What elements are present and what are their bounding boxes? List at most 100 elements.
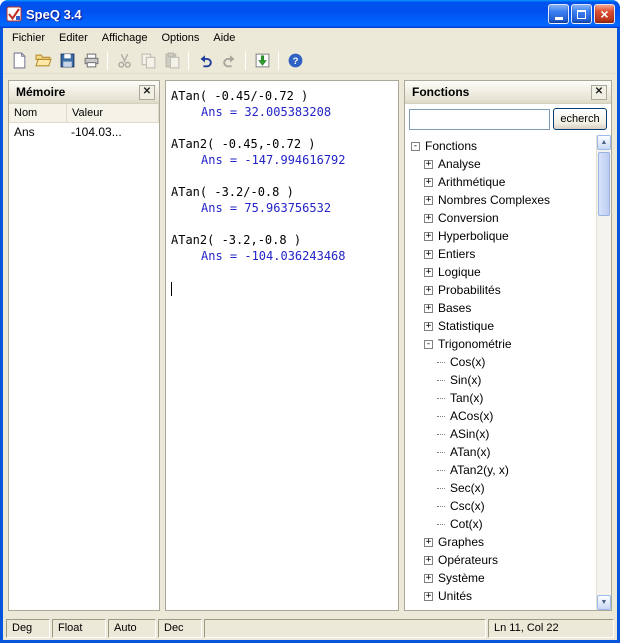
tree-item-hyperbolique[interactable]: + Hyperbolique <box>405 227 595 245</box>
text-caret <box>171 282 172 296</box>
collapse-icon[interactable]: - <box>424 339 433 349</box>
tree-item-label: Sin(x) <box>450 373 482 387</box>
tree-item-systeme[interactable]: + Système <box>405 569 595 587</box>
tree-item-label: Hyperbolique <box>438 229 509 243</box>
tree-item-label: Système <box>438 571 485 585</box>
functions-panel: Fonctions ✕ echerch - Fonctions + Analyse + A… <box>404 80 612 611</box>
undo-button[interactable] <box>193 49 217 72</box>
column-header-nom[interactable]: Nom <box>9 104 67 122</box>
expand-icon[interactable]: + <box>424 537 433 547</box>
menu-item-editer[interactable]: Editer <box>52 30 95 46</box>
functions-panel-close-button[interactable]: ✕ <box>591 84 607 100</box>
worksheet-expression: ATan( -3.2/-0.8 ) <box>171 185 294 199</box>
expand-icon[interactable]: + <box>424 321 433 331</box>
save-button[interactable] <box>55 49 79 72</box>
menu-item-options[interactable]: Options <box>154 30 206 46</box>
copy-button[interactable] <box>136 49 160 72</box>
cut-button[interactable] <box>112 49 136 72</box>
function-search-input[interactable] <box>409 108 550 130</box>
tree-item-unites[interactable]: + Unités <box>405 587 595 605</box>
tree-item-arithmetique[interactable]: + Arithmétique <box>405 173 595 191</box>
tree-item-cos-x[interactable]: Cos(x) <box>405 353 595 371</box>
tree-item-sec-x[interactable]: Sec(x) <box>405 479 595 497</box>
tree-connector <box>437 379 445 381</box>
tree-item-label: Sec(x) <box>450 481 485 495</box>
redo-button[interactable] <box>217 49 241 72</box>
minimize-button[interactable] <box>548 4 569 24</box>
expand-icon[interactable]: + <box>424 177 433 187</box>
expand-icon[interactable]: + <box>424 303 433 313</box>
tree-item-tan-x[interactable]: Tan(x) <box>405 389 595 407</box>
tree-item-conversion[interactable]: + Conversion <box>405 209 595 227</box>
toolbar-separator <box>188 51 189 70</box>
close-button[interactable]: × <box>594 4 615 24</box>
tree-item-entiers[interactable]: + Entiers <box>405 245 595 263</box>
print-icon <box>83 52 100 69</box>
help-button[interactable]: ? <box>283 49 307 72</box>
memory-panel: Mémoire ✕ Nom Valeur Ans -104.03... <box>8 80 160 611</box>
menu-item-fichier[interactable]: Fichier <box>5 30 52 46</box>
tree-item-csc-x[interactable]: Csc(x) <box>405 497 595 515</box>
tree-item-acos-x[interactable]: ACos(x) <box>405 407 595 425</box>
tree-item-statistique[interactable]: + Statistique <box>405 317 595 335</box>
content-area: Mémoire ✕ Nom Valeur Ans -104.03... ATan(… <box>3 74 617 617</box>
expand-icon[interactable]: + <box>424 249 433 259</box>
collapse-icon[interactable]: - <box>411 141 420 151</box>
tree-item-logique[interactable]: + Logique <box>405 263 595 281</box>
open-button[interactable] <box>31 49 55 72</box>
tree-item-probabilites[interactable]: + Probabilités <box>405 281 595 299</box>
tree-item-bases[interactable]: + Bases <box>405 299 595 317</box>
scroll-down-button[interactable]: ▼ <box>597 595 611 610</box>
tree-item-cot-x[interactable]: Cot(x) <box>405 515 595 533</box>
column-header-valeur[interactable]: Valeur <box>67 104 159 122</box>
tree-item-analyse[interactable]: + Analyse <box>405 155 595 173</box>
tree-item-trigonometrie[interactable]: - Trigonométrie <box>405 335 595 353</box>
search-button[interactable]: echerch <box>553 108 607 130</box>
tree-scrollbar[interactable]: ▲ ▼ <box>596 135 611 610</box>
worksheet-answer: Ans = -147.994616792 <box>201 153 346 167</box>
worksheet-expression: ATan2( -3.2,-0.8 ) <box>171 233 302 247</box>
memory-variable-name: Ans <box>14 125 35 139</box>
expand-icon[interactable]: + <box>424 213 433 223</box>
tree-item-atan2-y-x[interactable]: ATan2(y, x) <box>405 461 595 479</box>
close-icon: × <box>600 5 609 22</box>
tree-item-nombres-complexes[interactable]: + Nombres Complexes <box>405 191 595 209</box>
tree-item-sin-x[interactable]: Sin(x) <box>405 371 595 389</box>
new-button[interactable] <box>7 49 31 72</box>
worksheet[interactable]: ATan( -0.45/-0.72 ) Ans = 32.005383208 AT… <box>165 80 399 611</box>
menu-item-aide[interactable]: Aide <box>206 30 242 46</box>
scrollbar-thumb[interactable] <box>598 152 610 216</box>
tree-item-fonctions[interactable]: - Fonctions <box>405 137 595 155</box>
title-bar: SpeQ 3.4 × <box>0 0 620 28</box>
status-dec: Dec <box>158 619 202 638</box>
tree-item-graphes[interactable]: + Graphes <box>405 533 595 551</box>
insert-button[interactable] <box>250 49 274 72</box>
expand-icon[interactable]: + <box>424 231 433 241</box>
print-button[interactable] <box>79 49 103 72</box>
expand-icon[interactable]: + <box>424 573 433 583</box>
expand-icon[interactable]: + <box>424 555 433 565</box>
paste-button[interactable] <box>160 49 184 72</box>
tree-item-label: Analyse <box>438 157 481 171</box>
memory-row[interactable]: Ans -104.03... <box>9 123 159 141</box>
tree-item-atan-x[interactable]: ATan(x) <box>405 443 595 461</box>
expand-icon[interactable]: + <box>424 195 433 205</box>
memory-panel-close-button[interactable]: ✕ <box>139 84 155 100</box>
expand-icon[interactable]: + <box>424 267 433 277</box>
expand-icon[interactable]: + <box>424 159 433 169</box>
scroll-up-button[interactable]: ▲ <box>597 135 611 150</box>
memory-panel-header: Mémoire ✕ <box>9 81 159 104</box>
paste-icon <box>164 52 181 69</box>
tree-connector <box>437 505 445 507</box>
status-spacer <box>204 619 486 638</box>
functions-tree: - Fonctions + Analyse + Arithmétique + Nombres … <box>405 137 595 610</box>
expand-icon[interactable]: + <box>424 285 433 295</box>
toolbar-separator <box>278 51 279 70</box>
tree-item-label: Csc(x) <box>450 499 485 513</box>
expand-icon[interactable]: + <box>424 591 433 601</box>
tree-item-operateurs[interactable]: + Opérateurs <box>405 551 595 569</box>
tree-item-asin-x[interactable]: ASin(x) <box>405 425 595 443</box>
memory-panel-title: Mémoire <box>16 85 66 99</box>
menu-item-affichage[interactable]: Affichage <box>95 30 155 46</box>
maximize-button[interactable] <box>571 4 592 24</box>
